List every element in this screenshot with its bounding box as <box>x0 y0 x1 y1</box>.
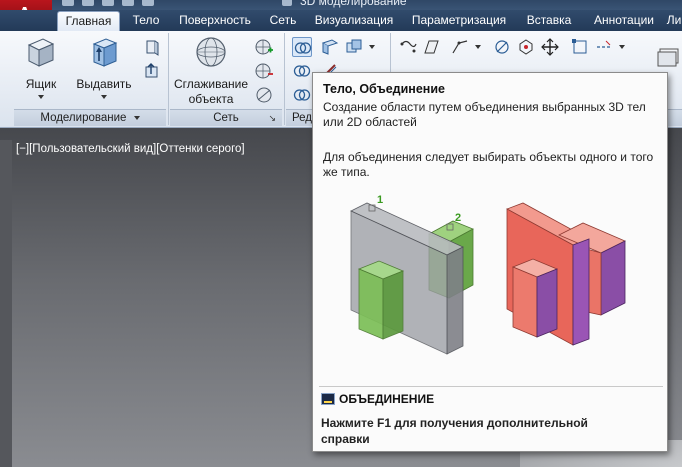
subtract-button[interactable] <box>292 61 312 81</box>
presspull-icon <box>145 63 158 78</box>
mesh-remove-icon <box>255 63 273 79</box>
polyline-icon <box>452 40 468 54</box>
intersect-icon <box>293 89 311 101</box>
union-illustration: 1 2 <box>350 194 626 355</box>
extrude-button[interactable]: Выдавить <box>72 35 136 105</box>
box-dropdown-caret-icon <box>38 95 44 99</box>
move-arrows-icon <box>541 38 559 56</box>
union-icon <box>294 42 312 54</box>
tab-parametric[interactable]: Параметризация <box>404 11 514 31</box>
qat-save-icon[interactable] <box>102 0 114 6</box>
polysolid-icon <box>146 40 159 56</box>
tooltip-command-name: ОБЪЕДИНЕНИЕ <box>339 392 435 406</box>
selection-dropdown[interactable] <box>616 37 628 57</box>
draw-dropdown[interactable] <box>472 37 484 57</box>
interfere-button[interactable] <box>344 37 364 57</box>
qat-open-icon[interactable] <box>82 0 94 6</box>
box-button[interactable]: Ящик <box>16 35 66 105</box>
illustration-label-2: 2 <box>455 212 461 224</box>
viewport-side-strip <box>0 140 12 467</box>
ribbon-tab-bar: Главная Тело Поверхность Сеть Визуализац… <box>0 10 682 31</box>
extrude-icon <box>92 38 118 67</box>
mesh-remove-crease-button[interactable] <box>254 61 274 81</box>
chevron-down-icon <box>475 45 481 49</box>
window-title: 3D моделирование <box>300 0 407 8</box>
tab-mesh[interactable]: Сеть <box>262 11 304 31</box>
qat-redo-icon[interactable] <box>142 0 154 6</box>
gizmo-icon <box>519 39 533 55</box>
view-panel-icon <box>657 48 679 67</box>
chevron-down-icon <box>369 45 375 49</box>
extract-edges-button[interactable] <box>398 37 418 57</box>
selection-cycle-button[interactable] <box>570 37 590 57</box>
illustration-label-1: 1 <box>377 194 383 206</box>
smooth-mesh-sphere-icon <box>196 37 226 67</box>
edge-select-icon <box>597 40 611 48</box>
tab-annotate[interactable]: Аннотации <box>584 11 664 31</box>
polysolid-button[interactable] <box>142 37 162 57</box>
mesh-refine-button[interactable] <box>254 85 274 105</box>
smooth-object-label-1: Сглаживание <box>173 77 249 91</box>
polyline-button[interactable] <box>450 37 470 57</box>
extract-edges-icon <box>400 40 417 53</box>
panel-launcher-icon[interactable]: ↘ <box>268 110 276 126</box>
illustration-before: 1 2 <box>350 194 474 355</box>
mesh-add-icon <box>255 39 273 55</box>
union-button[interactable] <box>292 37 312 57</box>
extrude-dropdown-caret-icon <box>101 95 107 99</box>
union-tooltip: Тело, Объединение Создание области путем… <box>312 72 668 452</box>
workspace-icon[interactable] <box>282 0 292 6</box>
command-line-icon <box>321 393 335 405</box>
tab-insert[interactable]: Вставка <box>518 11 580 31</box>
slice-icon <box>321 39 339 55</box>
gizmo-button[interactable] <box>516 37 536 57</box>
chevron-down-icon <box>133 115 140 120</box>
box-icon <box>27 38 55 67</box>
tooltip-note: Для объединения следует выбирать объекты… <box>323 150 654 179</box>
interfere-icon <box>346 39 362 53</box>
slice-button[interactable] <box>320 37 340 57</box>
tab-solid[interactable]: Тело <box>124 11 168 31</box>
mesh-refine-icon <box>256 87 272 103</box>
viewport-controls-label[interactable]: [−][Пользовательский вид][Оттенки серого… <box>16 143 245 155</box>
tooltip-description: Создание области путем объединения выбра… <box>323 100 646 129</box>
view-cube-button[interactable] <box>654 45 680 71</box>
qat-new-icon[interactable] <box>62 0 74 6</box>
box-label: Ящик <box>25 77 57 91</box>
mesh-add-crease-button[interactable] <box>254 37 274 57</box>
tab-surface[interactable]: Поверхность <box>172 11 258 31</box>
tab-visualize[interactable]: Визуализация <box>308 11 400 31</box>
section-plane-icon <box>424 40 439 54</box>
subtract-icon <box>293 65 311 77</box>
section-plane-button[interactable] <box>422 37 442 57</box>
extrude-label: Выдавить <box>76 77 132 91</box>
tab-layout[interactable]: Ли <box>666 11 682 31</box>
tab-home[interactable]: Главная <box>57 11 120 31</box>
move-gizmo-button[interactable] <box>492 37 512 57</box>
vertex-select-icon <box>572 39 587 54</box>
presspull-button[interactable] <box>142 61 162 81</box>
move-button[interactable] <box>540 37 560 57</box>
tooltip-help-hint: Нажмите F1 для получения дополнительной … <box>321 416 588 446</box>
panel-title-modeling[interactable]: Моделирование <box>14 109 166 126</box>
panel-title-mesh[interactable]: Сеть ↘ <box>170 109 282 126</box>
intersect-button[interactable] <box>292 85 312 105</box>
no-filter-icon <box>495 40 509 54</box>
chevron-down-icon <box>619 45 625 49</box>
smooth-object-button[interactable]: Сглаживание объекта <box>170 35 252 106</box>
tooltip-title: Тело, Объединение <box>323 82 445 96</box>
solid-edit-dropdown[interactable] <box>366 37 378 57</box>
title-bar: 3D моделирование <box>0 0 682 10</box>
edge-select-button[interactable] <box>594 37 614 57</box>
illustration-after <box>506 202 626 346</box>
qat-undo-icon[interactable] <box>122 0 134 6</box>
smooth-object-label-2: объекта <box>188 92 234 106</box>
